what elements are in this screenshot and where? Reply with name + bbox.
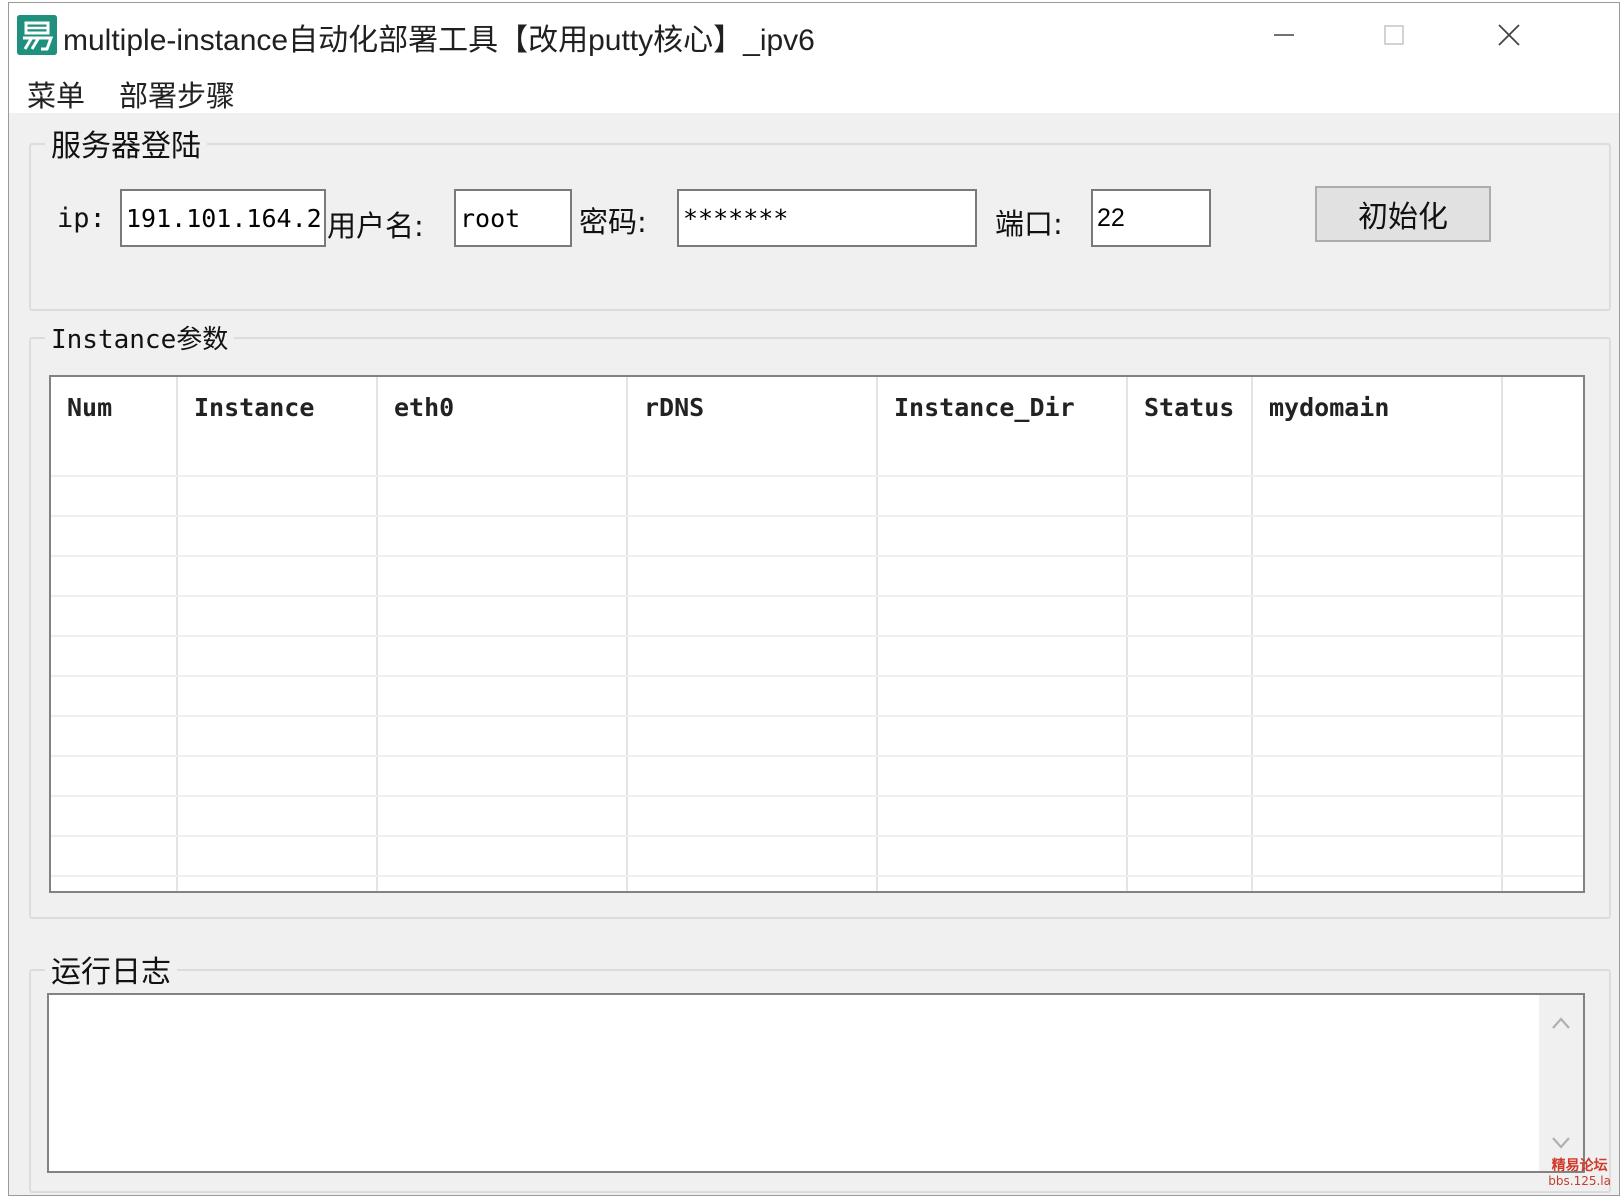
- main-window: multiple-instance自动化部署工具【改用putty核心】_ipv6…: [8, 2, 1620, 1196]
- username-label: 用户名:: [327, 209, 424, 243]
- table-row: [51, 675, 1583, 715]
- menu-item-deploy-steps[interactable]: 部署步骤: [113, 71, 241, 117]
- table-row: [51, 555, 1583, 595]
- username-input[interactable]: root: [454, 189, 572, 247]
- table-row: [51, 715, 1583, 755]
- instance-list-table[interactable]: Num Instance eth0 rDNS Instance_Dir Stat…: [49, 375, 1585, 893]
- menu-item-menu[interactable]: 菜单: [21, 71, 91, 117]
- minimize-button[interactable]: [1229, 3, 1339, 67]
- table-row: [51, 835, 1583, 875]
- port-input[interactable]: 22: [1091, 189, 1211, 247]
- window-title: multiple-instance自动化部署工具【改用putty核心】_ipv6: [63, 24, 815, 57]
- table-row: [51, 755, 1583, 795]
- minimize-icon: [1274, 34, 1294, 36]
- menu-bar: 菜单 部署步骤: [9, 67, 1619, 113]
- column-header-rdns: rDNS: [644, 393, 705, 422]
- ip-label: ip:: [57, 203, 106, 234]
- column-header-status: Status: [1144, 393, 1235, 422]
- table-row: [51, 795, 1583, 835]
- close-icon: [1498, 24, 1520, 46]
- forum-watermark: 精易论坛 bbs.125.la: [1548, 1159, 1611, 1189]
- column-header-instance: Instance: [194, 393, 315, 422]
- log-scrollbar[interactable]: [1539, 995, 1583, 1171]
- column-header-eth0: eth0: [394, 393, 455, 422]
- password-input[interactable]: *******: [677, 189, 977, 247]
- watermark-line1: 精易论坛: [1551, 1158, 1608, 1174]
- column-header-instance-dir: Instance_Dir: [894, 393, 1075, 422]
- table-row: [51, 635, 1583, 675]
- password-label: 密码:: [579, 205, 647, 239]
- app-icon: [17, 15, 57, 55]
- watermark-line2: bbs.125.la: [1548, 1174, 1611, 1188]
- port-label: 端口:: [995, 207, 1063, 241]
- ip-input[interactable]: 191.101.164.2: [120, 189, 326, 247]
- chevron-down-icon: [1552, 1137, 1570, 1149]
- column-header-mydomain: mydomain: [1269, 393, 1390, 422]
- column-header-num: Num: [67, 393, 113, 422]
- table-row: [51, 595, 1583, 635]
- instance-params-title: Instance参数: [45, 319, 235, 356]
- table-row: [51, 475, 1583, 515]
- title-bar[interactable]: multiple-instance自动化部署工具【改用putty核心】_ipv6: [9, 3, 1619, 67]
- run-log-title: 运行日志: [45, 947, 177, 991]
- maximize-icon: [1384, 25, 1404, 45]
- chevron-up-icon: [1552, 1017, 1570, 1029]
- run-log-textarea[interactable]: [47, 993, 1585, 1173]
- scroll-up-button[interactable]: [1539, 1001, 1583, 1045]
- table-row: [51, 875, 1583, 891]
- server-login-title: 服务器登陆: [45, 121, 207, 165]
- table-row: [51, 515, 1583, 555]
- initialize-button[interactable]: 初始化: [1315, 186, 1491, 242]
- close-button[interactable]: [1454, 3, 1564, 67]
- maximize-button[interactable]: [1339, 3, 1449, 67]
